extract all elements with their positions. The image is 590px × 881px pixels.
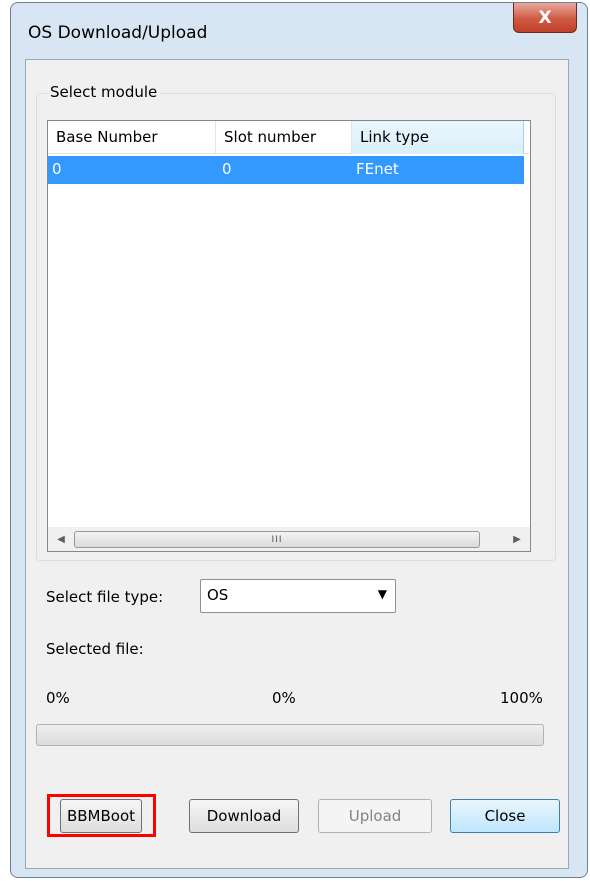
file-type-value: OS: [207, 586, 229, 604]
cell-base-number: 0: [52, 160, 62, 178]
scroll-thumb[interactable]: III: [74, 531, 480, 548]
column-link-type[interactable]: Link type: [352, 121, 524, 154]
select-module-label: Select module: [47, 83, 161, 101]
file-type-label: Select file type:: [46, 588, 164, 606]
selected-file-label: Selected file:: [46, 640, 144, 658]
bbmboot-button[interactable]: BBMBoot: [60, 799, 142, 833]
close-button[interactable]: Close: [450, 799, 560, 833]
scroll-left-icon[interactable]: ◀: [50, 527, 72, 551]
scroll-grip-icon: III: [271, 534, 283, 545]
horizontal-scrollbar[interactable]: ◀ III ▶: [48, 527, 530, 551]
select-module-group: Select module Base Number Slot number Li…: [36, 83, 556, 561]
column-base-number[interactable]: Base Number: [48, 121, 216, 154]
progress-end-label: 100%: [500, 689, 543, 707]
file-type-select[interactable]: OS ▼: [200, 579, 396, 613]
scroll-right-icon[interactable]: ▶: [506, 527, 528, 551]
window-close-button[interactable]: X: [513, 3, 577, 33]
module-list[interactable]: Base Number Slot number Link type 0 0 FE…: [47, 120, 531, 552]
close-icon: X: [538, 7, 552, 28]
download-button[interactable]: Download: [189, 799, 299, 833]
progress-start-label: 0%: [46, 689, 70, 707]
dialog-window: OS Download/Upload X Select module Base …: [10, 2, 588, 878]
dialog-client-area: Select module Base Number Slot number Li…: [25, 59, 569, 869]
cell-link-type: FEnet: [356, 160, 399, 178]
progress-bar: [36, 724, 544, 746]
progress-current-label: 0%: [272, 689, 296, 707]
title-bar[interactable]: OS Download/Upload X: [11, 3, 587, 59]
window-title: OS Download/Upload: [28, 23, 208, 43]
list-row-selected[interactable]: 0 0 FEnet: [48, 156, 524, 184]
upload-button[interactable]: Upload: [318, 799, 432, 833]
column-slot-number[interactable]: Slot number: [216, 121, 352, 154]
cell-slot-number: 0: [222, 160, 232, 178]
list-header: Base Number Slot number Link type: [48, 121, 530, 154]
dropdown-arrow-icon: ▼: [377, 587, 387, 601]
